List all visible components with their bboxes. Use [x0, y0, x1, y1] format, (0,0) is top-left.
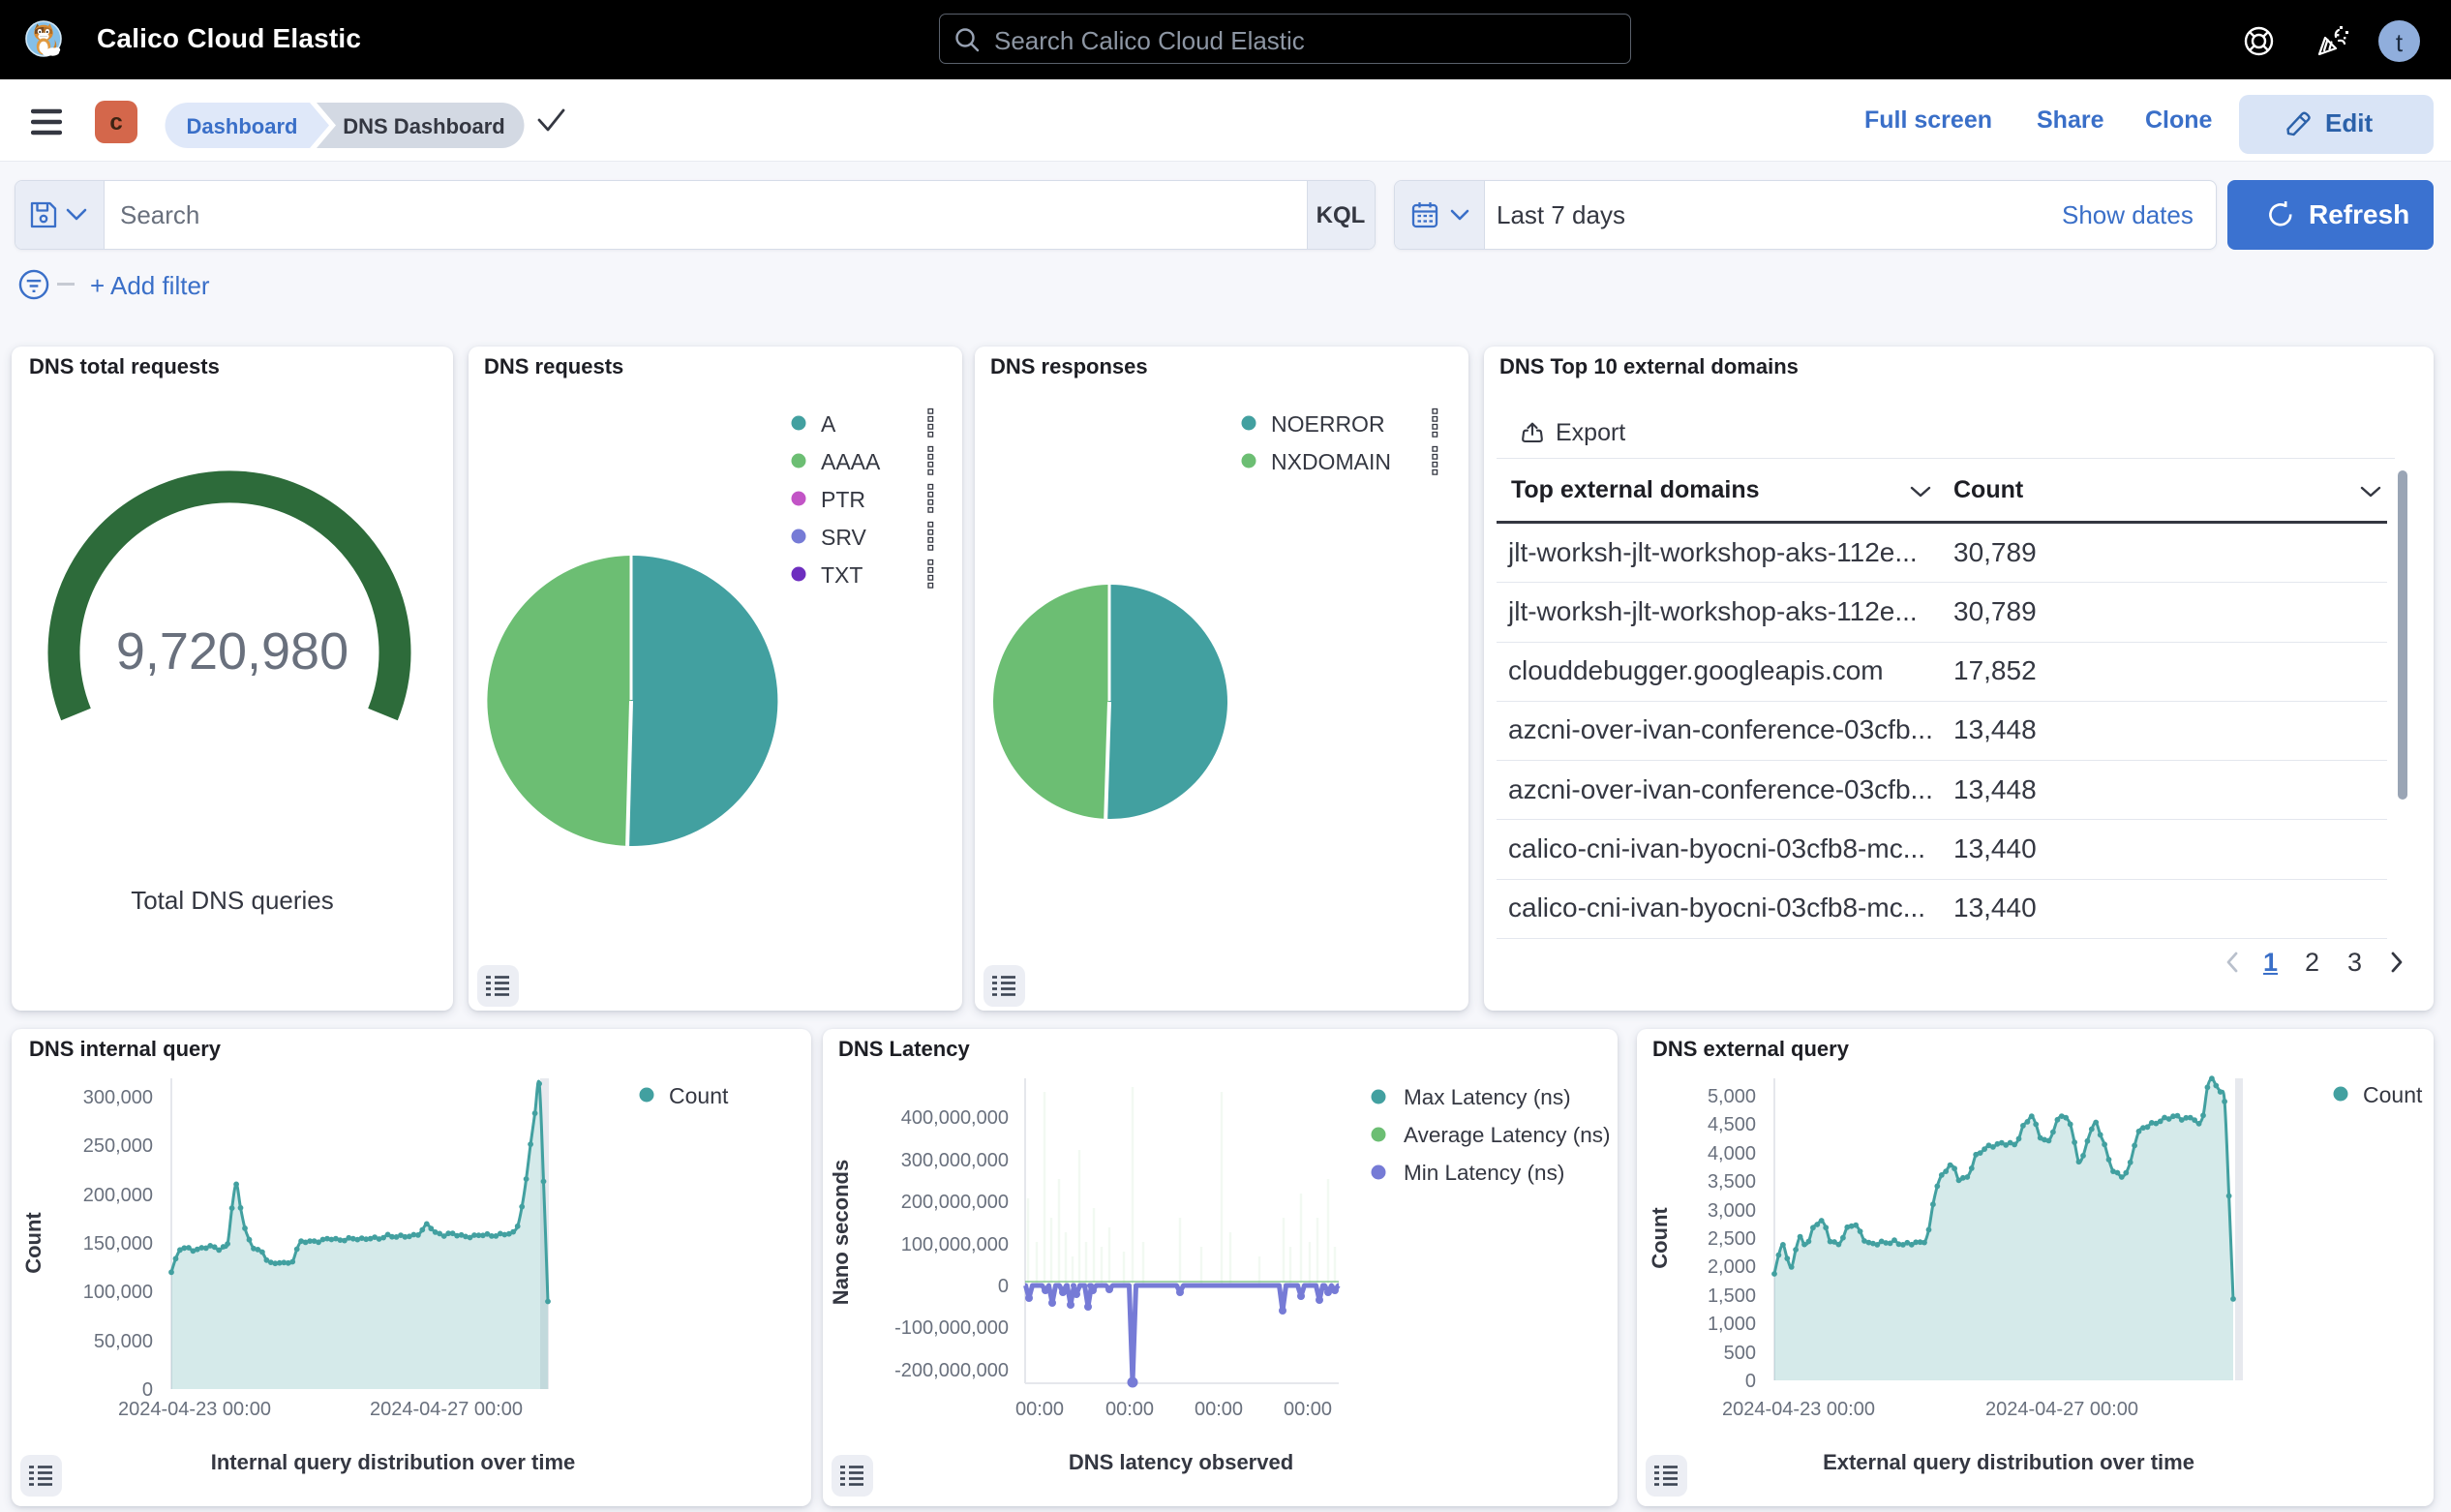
svg-text:-200,000,000: -200,000,000 [894, 1360, 1009, 1381]
svg-text:Average Latency (ns): Average Latency (ns) [1404, 1123, 1610, 1147]
svg-text:TXT: TXT [821, 562, 862, 588]
svg-text:100,000: 100,000 [83, 1282, 153, 1303]
svg-text:DNS Dashboard: DNS Dashboard [343, 114, 504, 138]
svg-text:-100,000,000: -100,000,000 [894, 1317, 1009, 1339]
svg-text:50,000: 50,000 [94, 1331, 153, 1352]
svg-text:200,000: 200,000 [83, 1185, 153, 1206]
svg-text:Count: Count [21, 1212, 45, 1274]
svg-text:Total DNS queries: Total DNS queries [131, 886, 334, 915]
svg-text:SRV: SRV [821, 525, 867, 550]
svg-text:3,000: 3,000 [1708, 1200, 1756, 1222]
svg-text:150,000: 150,000 [83, 1233, 153, 1255]
svg-text:300,000,000: 300,000,000 [901, 1150, 1009, 1171]
svg-text:0: 0 [1745, 1371, 1756, 1392]
svg-text:2024-04-23 00:00: 2024-04-23 00:00 [118, 1399, 271, 1420]
svg-text:4,000: 4,000 [1708, 1143, 1756, 1164]
svg-text:2,000: 2,000 [1708, 1256, 1756, 1278]
svg-text:2024-04-27 00:00: 2024-04-27 00:00 [370, 1399, 523, 1420]
svg-text:00:00: 00:00 [1105, 1399, 1154, 1420]
svg-text:Max Latency (ns): Max Latency (ns) [1404, 1085, 1571, 1109]
svg-text:1,000: 1,000 [1708, 1314, 1756, 1335]
svg-text:1,500: 1,500 [1708, 1285, 1756, 1307]
svg-text:100,000,000: 100,000,000 [901, 1234, 1009, 1255]
svg-text:9,720,980: 9,720,980 [116, 622, 348, 680]
svg-text:5,000: 5,000 [1708, 1086, 1756, 1107]
svg-text:NXDOMAIN: NXDOMAIN [1271, 449, 1391, 474]
svg-text:Dashboard: Dashboard [187, 114, 298, 138]
svg-text:Nano seconds: Nano seconds [829, 1160, 853, 1305]
svg-text:3,500: 3,500 [1708, 1171, 1756, 1193]
svg-text:NOERROR: NOERROR [1271, 411, 1385, 437]
svg-text:00:00: 00:00 [1015, 1399, 1064, 1420]
svg-text:Min Latency (ns): Min Latency (ns) [1404, 1161, 1564, 1185]
svg-text:PTR: PTR [821, 487, 865, 512]
svg-text:2024-04-23 00:00: 2024-04-23 00:00 [1722, 1399, 1875, 1420]
svg-text:300,000: 300,000 [83, 1087, 153, 1108]
svg-text:DNS latency observed: DNS latency observed [1069, 1450, 1293, 1474]
svg-text:Count: Count [669, 1083, 729, 1108]
svg-text:Internal query distribution ov: Internal query distribution over time [211, 1450, 576, 1474]
svg-text:4,500: 4,500 [1708, 1114, 1756, 1135]
svg-text:00:00: 00:00 [1284, 1399, 1332, 1420]
svg-text:AAAA: AAAA [821, 449, 881, 474]
svg-text:500: 500 [1724, 1343, 1756, 1364]
svg-text:Count: Count [2363, 1082, 2423, 1107]
svg-text:2024-04-27 00:00: 2024-04-27 00:00 [1985, 1399, 2138, 1420]
svg-text:0: 0 [142, 1379, 153, 1401]
svg-text:00:00: 00:00 [1195, 1399, 1243, 1420]
svg-text:0: 0 [998, 1276, 1009, 1297]
svg-text:External query distribution ov: External query distribution over time [1823, 1450, 2194, 1474]
svg-text:400,000,000: 400,000,000 [901, 1107, 1009, 1129]
svg-text:200,000,000: 200,000,000 [901, 1192, 1009, 1213]
svg-text:A: A [821, 411, 836, 437]
svg-text:250,000: 250,000 [83, 1135, 153, 1157]
svg-text:Count: Count [1648, 1207, 1672, 1269]
svg-text:2,500: 2,500 [1708, 1228, 1756, 1250]
